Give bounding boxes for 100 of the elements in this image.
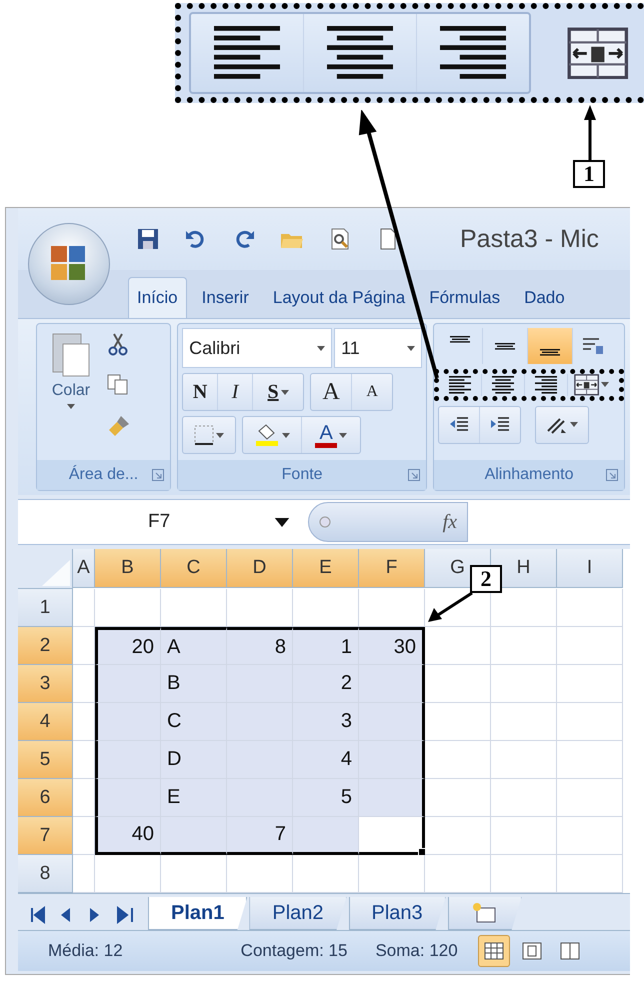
ribbon-tab[interactable]: Inserir [192,277,258,318]
table-cell [557,589,623,627]
ribbon-tab[interactable]: Início [128,277,187,318]
column-header[interactable]: B [95,549,161,588]
row-header[interactable]: 6 [18,779,73,817]
caret-icon [67,404,75,409]
table-cell [227,855,293,893]
row-header[interactable]: 7 [18,817,73,855]
view-button[interactable] [478,935,510,967]
column-header[interactable]: F [359,549,425,588]
column-header[interactable]: H [491,549,557,588]
dialog-launcher-icon[interactable] [606,469,618,481]
row-header[interactable]: 8 [18,855,73,893]
caret-icon [600,382,609,388]
caret-icon [282,432,290,438]
table-cell [227,589,293,627]
align-lines-icon [540,349,560,356]
table-cell: 4 [293,741,359,779]
table-cell [73,817,95,855]
annotation-arrow [583,104,597,160]
table-cell [491,779,557,817]
caret-icon [570,422,578,428]
column-header[interactable]: A [73,549,95,588]
table-cell [491,665,557,703]
table-cell [293,855,359,893]
table-cell [491,703,557,741]
shrink-font-button[interactable]: A [352,374,392,410]
italic-button[interactable]: I [218,374,254,410]
table-cell [95,741,161,779]
scissors-icon[interactable] [107,332,129,356]
name-box[interactable]: F7 [18,511,308,533]
row-header[interactable]: 5 [18,741,73,779]
column-header[interactable]: C [161,549,227,588]
row-header[interactable]: 4 [18,703,73,741]
table-cell [73,589,95,627]
table-cell [73,741,95,779]
table-cell [95,703,161,741]
align-icon [534,374,558,395]
table-cell [557,627,623,665]
row-header[interactable]: 3 [18,665,73,703]
align-icon [448,374,472,395]
table-cell: 5 [293,779,359,817]
table-cell [557,779,623,817]
ribbon-tab[interactable]: Layout da Página [264,277,414,318]
indent-icon [490,416,510,434]
table-cell [73,703,95,741]
table-cell [557,741,623,779]
table-cell [557,665,623,703]
font-size-field[interactable]: 11 [334,328,422,368]
table-cell: 1 [293,627,359,665]
table-cell [95,779,161,817]
table-cell [73,665,95,703]
table-cell: 3 [293,703,359,741]
table-cell [95,589,161,627]
table-cell: 2 [293,665,359,703]
table-cell: A [161,627,227,665]
caret-icon [280,390,289,394]
underline-button[interactable]: S [253,374,304,410]
sheet-tab[interactable]: Plan3 [348,897,446,930]
grow-font-button[interactable]: A [311,374,352,410]
table-cell [425,779,491,817]
table-cell [293,589,359,627]
bold-button[interactable]: N [183,374,218,410]
table-cell: B [161,665,227,703]
table-cell [491,817,557,855]
merge-center-icon [574,374,599,396]
dialog-launcher-icon[interactable] [152,469,164,481]
font-name-field[interactable]: Calibri [182,328,332,368]
copy-icon[interactable] [107,374,129,396]
table-cell [73,779,95,817]
column-header[interactable]: E [293,549,359,588]
save-icon[interactable] [136,227,160,251]
vertical-align-button[interactable] [528,328,574,364]
table-cell [359,741,425,779]
ribbon-tab[interactable]: Dado [515,277,574,318]
grid-icon [484,942,504,960]
row-header[interactable]: 1 [18,589,73,627]
column-header[interactable]: I [557,549,623,588]
callout-label: 1 [573,160,605,188]
insert-sheet-tab[interactable] [448,897,522,930]
dialog-launcher-icon[interactable] [408,469,420,481]
row-header[interactable]: 2 [18,627,73,665]
column-header[interactable]: D [227,549,293,588]
sheet-tab[interactable]: Plan2 [249,897,347,930]
table-cell [425,665,491,703]
insert-function-button[interactable]: fx [442,510,457,534]
table-cell [73,627,95,665]
columns-icon [560,942,580,960]
table-cell: D [161,741,227,779]
table-cell: E [161,779,227,817]
table-cell [95,855,161,893]
ribbon-tab[interactable]: Fórmulas [420,277,510,318]
paste-label[interactable]: Colar [52,382,90,400]
table-cell [425,741,491,779]
group-label: Alinhamento [484,466,574,484]
table-cell [95,665,161,703]
table-cell [359,703,425,741]
brush-icon[interactable] [107,414,131,438]
table-cell [557,817,623,855]
sheet-tab[interactable]: Plan1 [148,897,248,930]
